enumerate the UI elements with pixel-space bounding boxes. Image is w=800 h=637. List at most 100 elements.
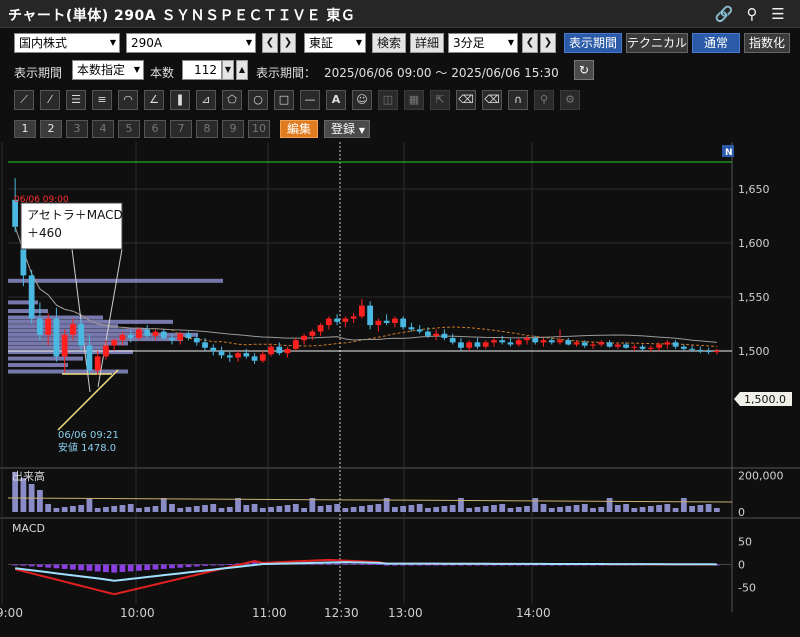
chart-tab-9[interactable]: 9 [222,120,244,138]
rectangle-icon[interactable]: □ [274,90,294,110]
detail-button[interactable]: 詳細 [410,33,444,53]
volume-tick-label: 0 [738,506,745,519]
candle-body [557,340,563,343]
macd-histogram-bar [210,564,217,566]
candle-body [697,349,704,351]
macd-tick-label: 50 [738,535,752,548]
volume-title: 出来高 [12,469,45,483]
volume-bar [136,508,142,512]
eraser-all-icon[interactable]: ⌫ [482,90,502,110]
text-icon[interactable]: A [326,90,346,110]
period-row: 表示期間 本数指定 ▼ 本数 112 ▼ ▲ 表示期間： 2025/06/06 0… [0,60,800,82]
magnet-icon[interactable]: ∩ [508,90,528,110]
edit-button[interactable]: 編集 [280,120,318,138]
horizontal-line-icon[interactable]: — [300,90,320,110]
chart-tab-3[interactable]: 3 [66,120,88,138]
select-icon[interactable]: ⇱ [430,90,450,110]
search-button[interactable]: 検索 [372,33,406,53]
link-icon[interactable]: 🔗 [714,4,734,24]
candle-body [590,344,596,346]
next-interval-button[interactable]: ❯ [540,33,556,53]
chart-tab-1[interactable]: 1 [14,120,36,138]
parallel-line-icon[interactable]: ⁄ [40,90,60,110]
macd-histogram-bar [144,564,151,571]
candle-body [53,318,60,357]
macd-histogram-bar [193,564,200,567]
pentagon-icon[interactable]: ⬠ [222,90,242,110]
chart-tab-4[interactable]: 4 [92,120,114,138]
volume-bar [507,508,514,512]
candle-body [433,333,440,336]
fibonacci-icon[interactable]: ≡ [92,90,112,110]
chart-tab-2[interactable]: 2 [40,120,62,138]
volume-bar [606,498,613,512]
symbol-input[interactable]: 290A ▼ [126,33,256,53]
period-button[interactable]: 表示期間 [564,33,622,53]
candle-body [458,342,464,348]
search-icon[interactable]: ⚲ [742,4,762,24]
gann-fan-icon[interactable]: ⊿ [196,90,216,110]
interval-select[interactable]: 3分足 ▼ [448,33,518,53]
volume-bar [185,507,192,512]
macd-histogram-bar [383,564,390,566]
macd-histogram-bar [177,564,184,568]
trendline-icon[interactable]: ⟋ [14,90,34,110]
count-down-button[interactable]: ▼ [222,60,234,80]
candle-body [532,338,539,343]
chart-tab-6[interactable]: 6 [144,120,166,138]
candle-body [623,344,629,348]
chart-tab-7[interactable]: 7 [170,120,192,138]
candle-body [482,342,489,347]
market-select[interactable]: 国内株式 ▼ [14,33,120,53]
chart-area[interactable]: 出来高 MACD 1,7001,6501,6001,5501,5009:0010… [0,129,800,637]
count-input[interactable]: 112 [182,60,222,80]
macd-histogram-bar [53,564,60,569]
volume-bar [37,490,43,512]
macd-histogram-bar [334,563,340,565]
volume-bar [70,506,76,512]
macd-histogram-bar [127,564,134,572]
chart-tab-10[interactable]: 10 [248,120,270,138]
exchange-select[interactable]: 東証 ▼ [304,33,366,53]
next-symbol-button[interactable]: ❯ [280,33,296,53]
technical-button[interactable]: テクニカル [626,33,688,53]
refresh-icon[interactable]: ↻ [574,60,594,80]
smile-icon[interactable]: ☺ [352,90,372,110]
gear-icon[interactable]: ⚙ [560,90,580,110]
copy-icon[interactable]: ◫ [378,90,398,110]
prev-interval-button[interactable]: ❮ [522,33,538,53]
chart-svg[interactable]: 出来高 MACD 1,7001,6501,6001,5501,5009:0010… [0,129,800,637]
volume-bar [169,504,175,512]
candle-body [193,338,200,343]
lock-icon[interactable]: ⚲ [534,90,554,110]
macd-histogram-bar [400,564,407,566]
register-button[interactable]: 登録 ▼ [324,120,370,138]
candle-body [565,340,572,345]
macd-histogram-bar [375,563,382,565]
chart-tab-8[interactable]: 8 [196,120,218,138]
candle-body [367,305,374,326]
fan-icon[interactable]: ∠ [144,90,164,110]
period-label: 表示期間 [14,66,63,80]
grid-icon[interactable]: ▦ [404,90,424,110]
count-up-button[interactable]: ▲ [236,60,248,80]
low-time-label: 06/06 09:21 [58,430,119,441]
period-mode-select[interactable]: 本数指定 ▼ [72,60,144,80]
chart-tab-5[interactable]: 5 [118,120,140,138]
index-button[interactable]: 指数化 [744,33,790,53]
volume-bar [697,505,704,512]
normal-button[interactable]: 通常 [692,33,740,53]
macd-histogram-bar [367,563,374,565]
circle-icon[interactable]: ○ [248,90,268,110]
candle-body [61,334,68,357]
macd-histogram-bar [12,564,19,566]
menu-icon[interactable]: ☰ [768,4,788,24]
fibo-arc-icon[interactable]: ◠ [118,90,138,110]
candle-body [259,354,266,361]
prev-symbol-button[interactable]: ❮ [262,33,278,53]
eraser-icon[interactable]: ⌫ [456,90,476,110]
horizontal-lines-icon[interactable]: ☰ [66,90,86,110]
volume-bar [226,507,233,512]
annotation-box[interactable]: アセトラ＋MACD ＋460 [20,202,123,250]
vertical-lines-icon[interactable]: ❚ [170,90,190,110]
